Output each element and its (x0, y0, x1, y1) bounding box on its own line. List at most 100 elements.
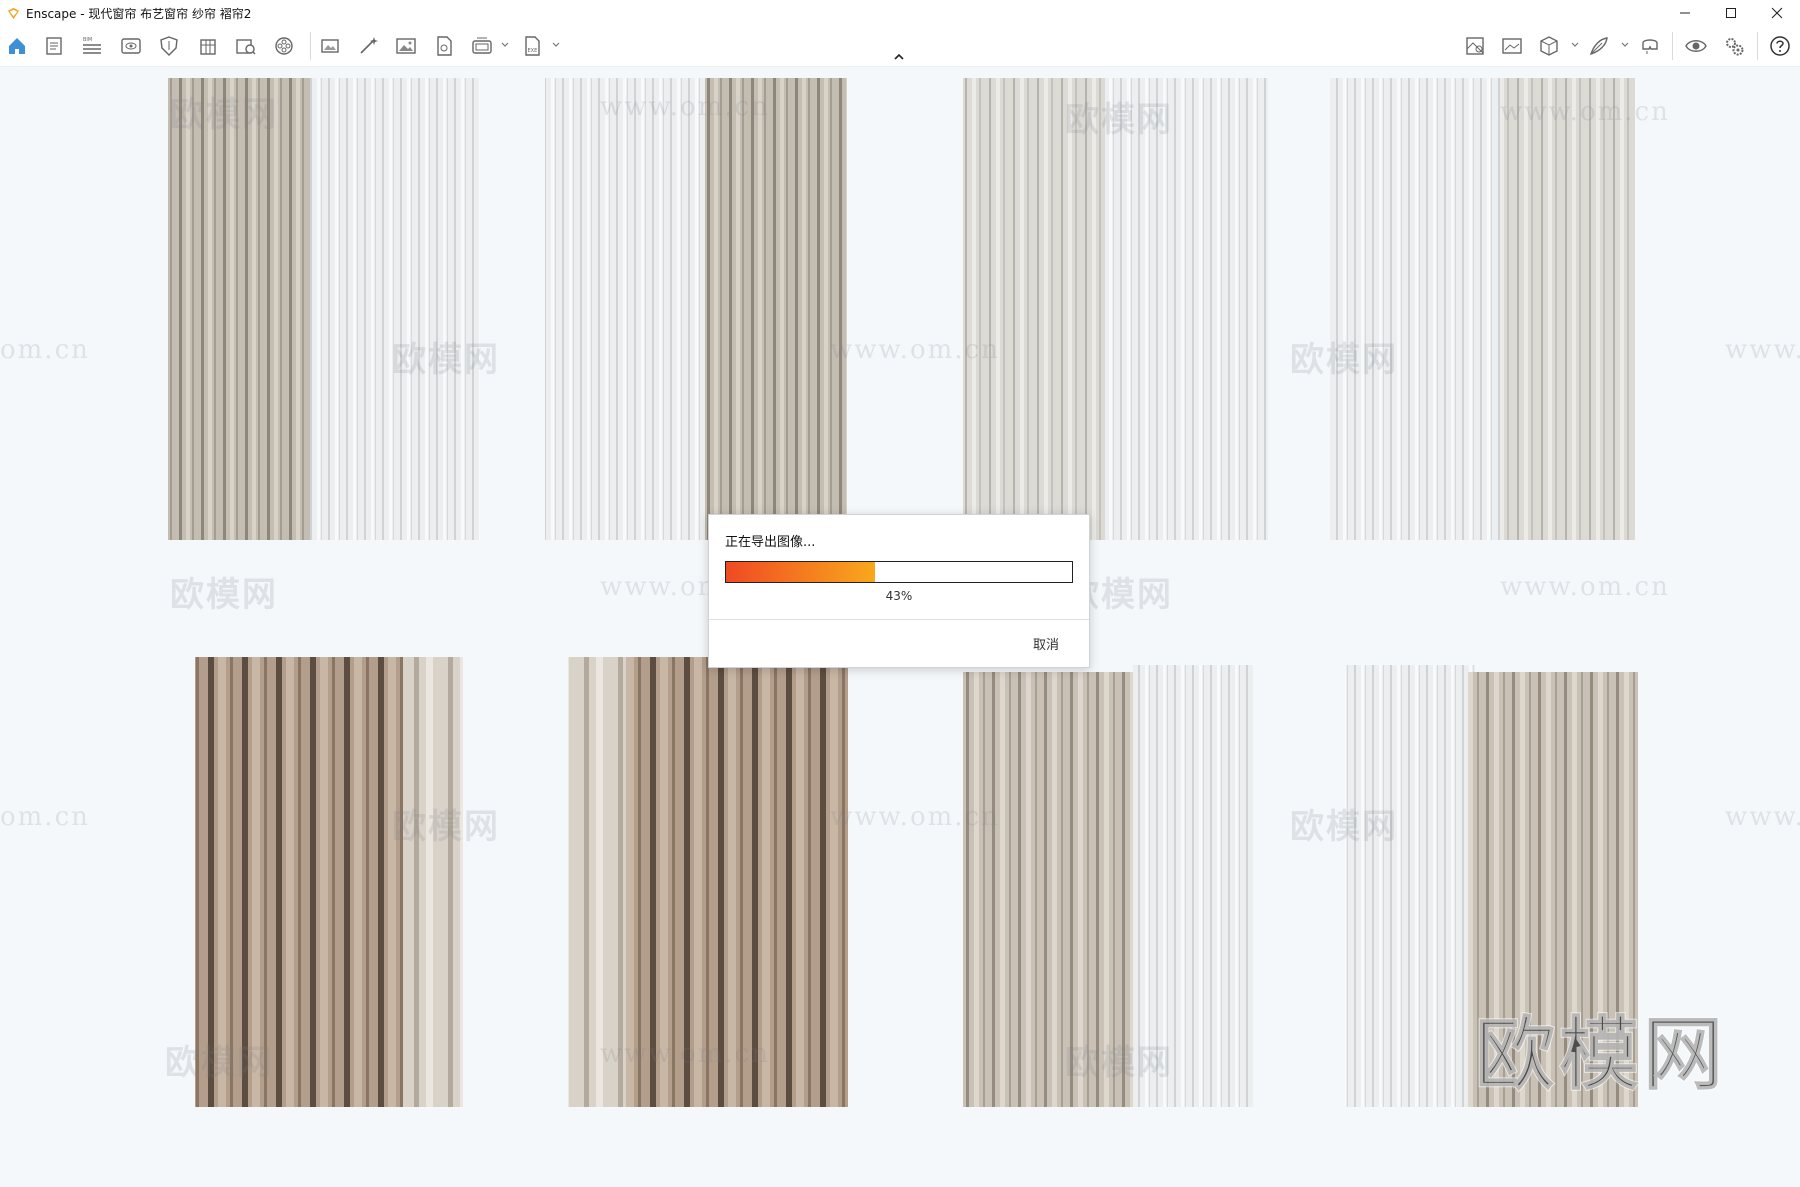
help-button[interactable] (1768, 34, 1792, 58)
svg-text:BIM: BIM (83, 37, 92, 43)
settings-button[interactable] (1722, 34, 1746, 58)
progress-bar-fill (726, 562, 875, 582)
batch-render-icon (472, 37, 492, 54)
asset-library-icon (236, 39, 256, 55)
settings-icon (1726, 38, 1744, 56)
building-icon (200, 39, 216, 55)
curtain-beige-panel (705, 78, 847, 540)
watermark-text: 欧模网 (1290, 807, 1398, 847)
progress-bar (725, 561, 1073, 583)
panorama-button[interactable] (1500, 34, 1524, 58)
watermark-text: 欧模网 (170, 95, 278, 135)
materials-button[interactable] (1587, 34, 1611, 58)
curtain-beige-panel (168, 78, 310, 540)
map-icon (1466, 37, 1484, 55)
curtain-light-panel (1500, 78, 1635, 540)
cube-icon (1540, 36, 1558, 56)
svg-text:EXE: EXE (528, 48, 538, 54)
shield-icon (160, 36, 178, 56)
view-mode-button[interactable] (119, 34, 143, 58)
magic-wand-icon (360, 37, 378, 54)
watermark-logo: 欧模网 (1474, 1007, 1727, 1102)
watermark-text: 欧模网 (392, 340, 500, 380)
window-controls (1662, 0, 1800, 26)
curtain-light-taupe-panel (403, 657, 463, 1107)
progress-percent: 43% (885, 589, 913, 603)
document-button[interactable] (42, 34, 66, 58)
cancel-button[interactable]: 取消 (1033, 634, 1059, 653)
watermark-url-prefix: www. (1725, 802, 1800, 832)
building-button[interactable] (196, 34, 220, 58)
enscape-logo-icon (7, 7, 20, 19)
toolbar-separator (310, 32, 311, 60)
doc-icon (46, 37, 62, 55)
toolbar-separator (1757, 32, 1758, 60)
maximize-icon (1726, 8, 1736, 18)
minimap-button[interactable] (1463, 34, 1487, 58)
watermark-text: 欧模网 (165, 1043, 273, 1083)
maximize-button[interactable] (1708, 0, 1754, 26)
render-button[interactable] (356, 34, 380, 58)
toolbar-separator (1672, 32, 1673, 60)
minimize-button[interactable] (1662, 0, 1708, 26)
curtain-sheer-panel (1105, 78, 1268, 540)
collapse-toolbar-icon[interactable] (892, 52, 906, 62)
title-bar: Enscape - 现代窗帘 布艺窗帘 纱帘 褶帘2 (0, 0, 1800, 26)
minimize-icon (1680, 12, 1690, 14)
exe-export-button[interactable]: EXE (520, 34, 544, 58)
watermark-url-fragment: om.cn (0, 335, 90, 365)
pdf-file-icon (437, 36, 452, 56)
asset-library-button[interactable] (234, 34, 258, 58)
image-export-button[interactable] (394, 34, 418, 58)
watermark-text: 欧模网 (1290, 340, 1398, 380)
video-reel-icon (275, 37, 293, 55)
watermark-url: www.om.cn (830, 802, 1000, 832)
safe-frame-button[interactable] (157, 34, 181, 58)
curtain-sheer-panel (1330, 78, 1500, 540)
watermark-url-prefix: www. (1725, 335, 1800, 365)
cube-view-button[interactable] (1537, 34, 1561, 58)
chevron-down-icon[interactable] (1570, 40, 1580, 50)
curtain-sheer-panel (545, 78, 705, 540)
curtain-sheer-panel (310, 78, 480, 540)
screenshot-button[interactable] (318, 34, 342, 58)
dialog-title: 正在导出图像... (725, 535, 816, 550)
chevron-down-icon[interactable] (551, 40, 561, 50)
watermark-url: www.om.cn (1500, 572, 1670, 602)
curtain-light-panel (963, 78, 1105, 540)
watermark-url: www.om.cn (600, 1039, 770, 1069)
watermark-url: www.om.cn (1500, 97, 1670, 127)
visibility-button[interactable] (1684, 34, 1708, 58)
chevron-down-icon[interactable] (500, 40, 510, 50)
vr-headset-icon (1642, 39, 1658, 54)
bim-button[interactable]: BIM (80, 34, 104, 58)
help-icon (1770, 36, 1790, 56)
watermark-url-fragment: om.cn (0, 802, 90, 832)
capture-icon (321, 39, 339, 53)
video-editor-button[interactable] (272, 34, 296, 58)
watermark-url: www.om.cn (830, 335, 1000, 365)
window-title: Enscape - 现代窗帘 布艺窗帘 纱帘 褶帘2 (26, 6, 252, 21)
close-icon (1771, 7, 1783, 19)
pdf-export-button[interactable] (432, 34, 456, 58)
curtain-sheer-panel (1345, 665, 1475, 1107)
watermark-text: 欧模网 (1065, 1043, 1173, 1083)
watermark-text: 欧模网 (1065, 100, 1173, 140)
bim-icon: BIM (83, 37, 101, 54)
home-button[interactable] (5, 34, 29, 58)
chevron-down-icon[interactable] (1620, 40, 1630, 50)
feather-icon (1589, 37, 1608, 56)
close-window-button[interactable] (1754, 0, 1800, 26)
batch-render-button[interactable] (470, 34, 494, 58)
watermark-text: 欧模网 (392, 807, 500, 847)
exe-export-icon: EXE (525, 36, 540, 56)
watermark-text: 欧模网 (170, 575, 278, 615)
dialog-divider (709, 619, 1089, 620)
panorama-icon (1502, 38, 1522, 54)
watermark-url: www.om.cn (600, 92, 770, 122)
home-icon (9, 38, 25, 54)
vr-headset-button[interactable] (1638, 34, 1662, 58)
export-progress-dialog: 正在导出图像... 43% 取消 (708, 514, 1090, 668)
eye-view-icon (121, 38, 141, 54)
visibility-icon (1685, 40, 1707, 52)
